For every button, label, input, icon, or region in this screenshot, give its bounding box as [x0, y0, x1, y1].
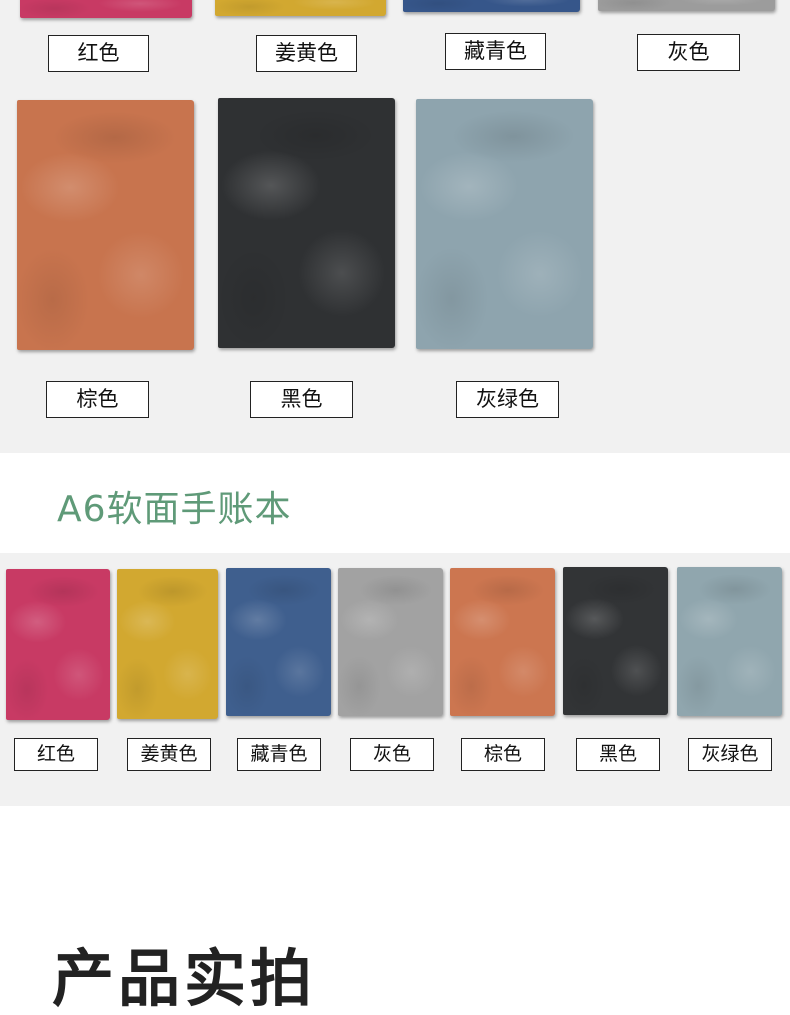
notebook-black — [218, 98, 395, 348]
color-label-brown: 棕色 — [46, 381, 149, 418]
a6-notebook-brown — [450, 568, 555, 716]
color-label-gray-green: 灰绿色 — [456, 381, 559, 418]
notebook-gray — [598, 0, 775, 11]
a6-notebook-navy — [226, 568, 331, 716]
a6-notebook-red — [6, 569, 110, 720]
a6-color-label-gray-green: 灰绿色 — [688, 738, 772, 771]
color-label-gray: 灰色 — [637, 34, 740, 71]
a6-color-label-ginger-yellow: 姜黄色 — [127, 738, 211, 771]
notebook-gray-green — [416, 99, 593, 349]
a6-color-label-black: 黑色 — [576, 738, 660, 771]
notebook-ginger-yellow — [215, 0, 386, 16]
a6-notebook-gray — [338, 568, 443, 716]
a6-color-label-red: 红色 — [14, 738, 98, 771]
notebook-brown — [17, 100, 194, 350]
a6-section-title: A6软面手账本 — [57, 489, 292, 530]
a6-notebook-gray-green — [677, 567, 782, 716]
a6-color-label-navy: 藏青色 — [237, 738, 321, 771]
color-label-navy: 藏青色 — [445, 33, 546, 70]
photo-section-title: 产品实拍 — [52, 942, 317, 1015]
a6-notebook-black — [563, 567, 668, 715]
color-label-red: 红色 — [48, 35, 149, 72]
a6-notebook-ginger-yellow — [117, 569, 218, 719]
a6-color-label-gray: 灰色 — [350, 738, 434, 771]
notebook-navy — [403, 0, 580, 12]
color-label-black: 黑色 — [250, 381, 353, 418]
color-label-ginger-yellow: 姜黄色 — [256, 35, 357, 72]
a6-color-label-brown: 棕色 — [461, 738, 545, 771]
notebook-red — [20, 0, 192, 18]
